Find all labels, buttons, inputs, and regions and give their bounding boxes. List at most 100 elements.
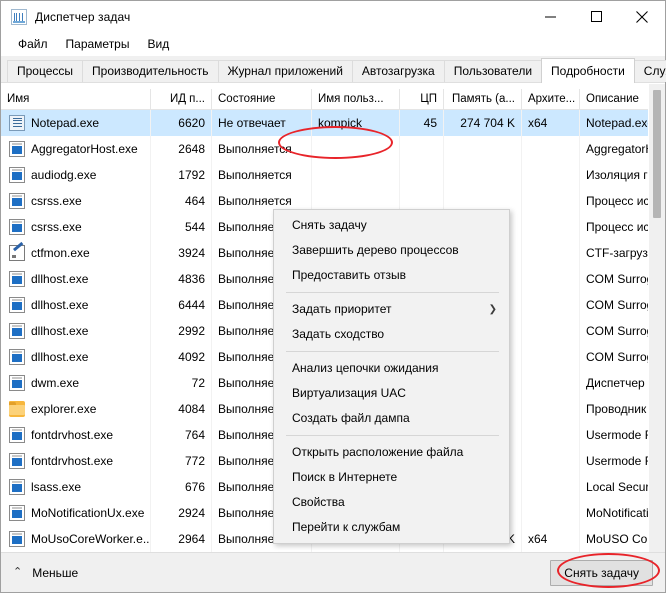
table-row[interactable]: AggregatorHost.exe 2648 Выполняется Aggrega… <box>1 136 665 162</box>
tab-app-history[interactable]: Журнал приложений <box>217 60 353 82</box>
context-menu-item[interactable]: Свойства <box>274 490 509 515</box>
cell-arch <box>522 422 580 448</box>
column-header-memory[interactable]: Память (а... <box>444 89 522 109</box>
table-row[interactable]: audiodg.exe 1792 Выполняется Изоляция гр... <box>1 162 665 188</box>
column-header-arch[interactable]: Архите... <box>522 89 580 109</box>
ctfmon-icon <box>9 245 25 261</box>
context-menu-item-label: Создать файл дампа <box>292 411 410 425</box>
context-menu-item[interactable]: Виртуализация UAC <box>274 381 509 406</box>
context-menu-item[interactable]: Задать сходство <box>274 322 509 347</box>
cell-arch <box>522 240 580 266</box>
cell-name: Notepad.exe <box>1 110 151 136</box>
cell-user <box>312 162 400 188</box>
details-pane: Имя ИД п... ⌃ Состояние Имя польз... ЦП Память… <box>1 83 665 552</box>
cell-arch <box>522 292 580 318</box>
vertical-scrollbar[interactable] <box>648 84 665 552</box>
context-menu-item-label: Предоставить отзыв <box>292 268 406 282</box>
cell-name: lsass.exe <box>1 474 151 500</box>
context-menu-item[interactable]: Завершить дерево процессов <box>274 238 509 263</box>
column-header-label: Имя польз... <box>318 93 384 105</box>
generic-icon <box>9 323 25 339</box>
process-name-label: csrss.exe <box>31 194 82 208</box>
cell-name: AggregatorHost.exe <box>1 136 151 162</box>
cell-arch <box>522 318 580 344</box>
context-menu-item[interactable]: Анализ цепочки ожидания <box>274 356 509 381</box>
process-name-label: dllhost.exe <box>31 272 89 286</box>
cell-status: Выполняется <box>212 162 312 188</box>
cell-pid: 4092 <box>151 344 212 370</box>
cell-pid: 464 <box>151 188 212 214</box>
context-menu-item[interactable]: Открыть расположение файла <box>274 440 509 465</box>
cell-pid: 2992 <box>151 318 212 344</box>
context-menu-item-label: Поиск в Интернете <box>292 470 398 484</box>
column-header-user[interactable]: Имя польз... <box>312 89 400 109</box>
generic-icon <box>9 505 25 521</box>
menu-options[interactable]: Параметры <box>57 34 139 54</box>
column-header-pid[interactable]: ИД п... <box>151 89 212 109</box>
cell-arch <box>522 344 580 370</box>
context-menu-item-label: Открыть расположение файла <box>292 445 464 459</box>
process-name-label: MoNotificationUx.exe <box>31 506 145 520</box>
column-header-status[interactable]: ⌃ Состояние <box>212 89 312 109</box>
process-name-label: dllhost.exe <box>31 350 89 364</box>
column-header-label: ЦП <box>420 93 437 105</box>
context-menu[interactable]: Снять задачу Завершить дерево процессов Пр… <box>273 209 510 544</box>
column-header-cpu[interactable]: ЦП <box>400 89 444 109</box>
notepad-icon <box>9 115 25 131</box>
tab-details[interactable]: Подробности <box>541 58 635 83</box>
generic-icon <box>9 479 25 495</box>
fewer-details-label: Меньше <box>32 565 79 580</box>
task-manager-icon <box>11 8 27 25</box>
cell-arch <box>522 396 580 422</box>
folder-icon <box>9 401 25 417</box>
context-menu-item-label: Задать приоритет <box>292 302 392 316</box>
cell-pid: 4084 <box>151 396 212 422</box>
context-menu-item[interactable]: Снять задачу <box>274 213 509 238</box>
tab-services[interactable]: Службы <box>633 60 666 82</box>
process-name-label: fontdrvhost.exe <box>31 428 114 442</box>
cell-pid: 2924 <box>151 500 212 526</box>
tab-processes[interactable]: Процессы <box>7 60 84 82</box>
cell-name: fontdrvhost.exe <box>1 448 151 474</box>
cell-arch <box>522 266 580 292</box>
cell-status: Не отвечает <box>212 110 312 136</box>
scrollbar-thumb[interactable] <box>653 90 661 218</box>
cell-name: fontdrvhost.exe <box>1 422 151 448</box>
sort-ascending-icon: ⌃ <box>257 89 266 94</box>
minimize-button[interactable] <box>527 1 573 32</box>
context-menu-item[interactable]: Создать файл дампа <box>274 406 509 431</box>
process-name-label: dwm.exe <box>31 376 80 390</box>
cell-pid: 3924 <box>151 240 212 266</box>
generic-icon <box>9 375 25 391</box>
close-button[interactable] <box>619 1 665 32</box>
tab-startup[interactable]: Автозагрузка <box>351 60 445 82</box>
column-header-name[interactable]: Имя <box>1 89 151 109</box>
menu-bar: Файл Параметры Вид <box>1 32 665 56</box>
context-menu-separator <box>286 435 499 436</box>
context-menu-item[interactable]: Поиск в Интернете <box>274 465 509 490</box>
cell-arch <box>522 448 580 474</box>
cell-pid: 4836 <box>151 266 212 292</box>
cell-user <box>312 136 400 162</box>
tab-performance[interactable]: Производительность <box>82 60 219 82</box>
end-task-button[interactable]: Снять задачу <box>550 559 653 586</box>
chevron-right-icon: ❯ <box>488 304 497 315</box>
cell-arch: x64 <box>522 526 580 552</box>
cell-cpu: 45 <box>400 110 444 136</box>
fewer-details-toggle[interactable]: ⌃ Меньше <box>13 566 78 580</box>
window-title: Диспетчер задач <box>35 9 131 24</box>
menu-file[interactable]: Файл <box>9 34 57 54</box>
table-row[interactable]: Notepad.exe 6620 Не отвечает kompick 45 274 7… <box>1 110 665 136</box>
context-menu-item[interactable]: Задать приоритет ❯ <box>274 297 509 322</box>
cell-name: MoNotificationUx.exe <box>1 500 151 526</box>
process-name-label: ctfmon.exe <box>31 246 90 260</box>
context-menu-item-label: Задать сходство <box>292 327 385 341</box>
tab-users[interactable]: Пользователи <box>443 60 543 82</box>
context-menu-item[interactable]: Перейти к службам <box>274 515 509 540</box>
maximize-button[interactable] <box>573 1 619 32</box>
cell-arch <box>522 370 580 396</box>
cell-pid: 6444 <box>151 292 212 318</box>
menu-view[interactable]: Вид <box>138 34 178 54</box>
cell-pid: 6620 <box>151 110 212 136</box>
context-menu-item[interactable]: Предоставить отзыв <box>274 263 509 288</box>
